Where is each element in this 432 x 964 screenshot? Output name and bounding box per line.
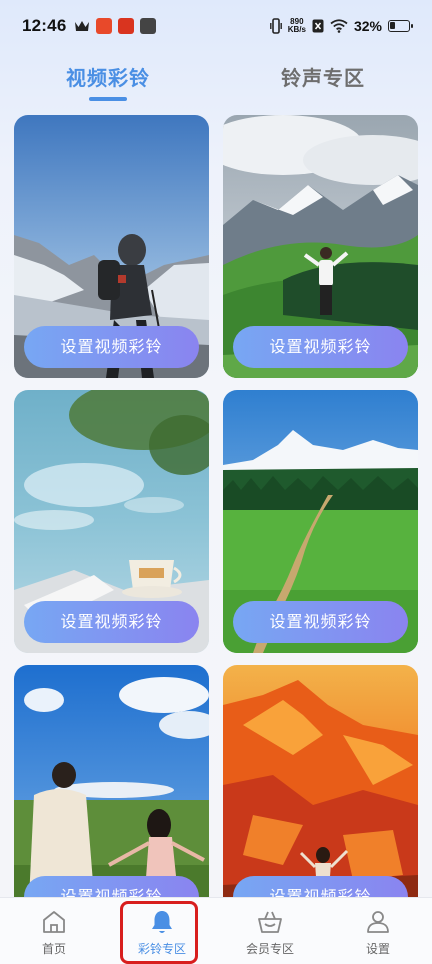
status-time: 12:46 (22, 16, 67, 35)
set-video-ringtone-button[interactable]: 设置视频彩铃 (24, 326, 199, 368)
tab-bar: 视频彩铃 铃声专区 (0, 62, 432, 110)
highlight-box (120, 901, 198, 964)
network-speed-unit: KB/s (287, 25, 306, 34)
battery-level (390, 22, 395, 29)
nav-label-member-zone: 会员专区 (245, 942, 294, 956)
user-icon (367, 911, 389, 933)
video-card[interactable]: 设置视频彩铃 (223, 390, 418, 653)
video-card[interactable]: 设置视频彩铃 (223, 115, 418, 378)
app-notification-icon (118, 18, 135, 34)
notification-icons (74, 18, 157, 34)
tab-ringtone-zone[interactable]: 铃声专区 (233, 62, 413, 91)
video-card[interactable]: 设置视频彩铃 (14, 390, 209, 653)
set-video-ringtone-button[interactable]: 设置视频彩铃 (233, 601, 408, 643)
app-notification-icon (96, 18, 113, 34)
set-video-ringtone-button[interactable]: 设置视频彩铃 (24, 601, 199, 643)
nav-item-home[interactable]: 首页 (0, 898, 108, 964)
video-card[interactable]: 设置视频彩铃 (14, 115, 209, 378)
wifi-icon (330, 19, 348, 33)
crown-icon (75, 21, 90, 31)
active-tab-indicator (89, 97, 127, 101)
network-speed: 890 KB/s (288, 18, 306, 34)
nav-label-home: 首页 (41, 942, 66, 956)
set-video-ringtone-button[interactable]: 设置视频彩铃 (233, 326, 408, 368)
video-card[interactable]: 设置视频彩铃 (223, 665, 418, 928)
nav-item-member-zone[interactable]: 会员专区 (216, 898, 324, 964)
bottom-navigation: 首页 彩铃专区 会员专区 设置 (0, 897, 432, 964)
vibrate-icon (269, 18, 282, 34)
status-bar: 12:46 890 KB/s 32% (0, 0, 432, 52)
battery-percent: 32% (353, 18, 382, 34)
nav-label-settings: 设置 (365, 942, 390, 956)
basket-icon (258, 911, 282, 933)
battery-icon (388, 20, 413, 32)
tab-video-ringtone[interactable]: 视频彩铃 (18, 62, 198, 91)
app-notification-icon (140, 18, 157, 34)
video-card[interactable]: 设置视频彩铃 (14, 665, 209, 928)
sim-blocked-icon (312, 19, 324, 33)
nav-item-settings[interactable]: 设置 (324, 898, 432, 964)
home-icon (43, 911, 65, 933)
